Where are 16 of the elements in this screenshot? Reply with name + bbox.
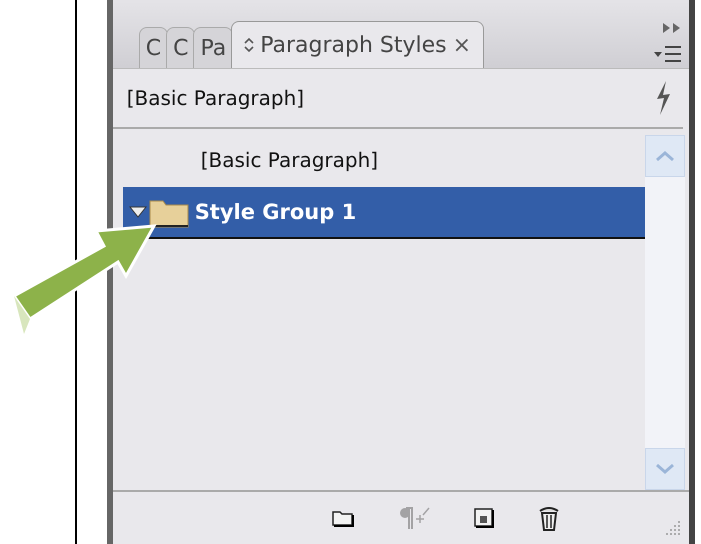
current-style-label: [Basic Paragraph] xyxy=(126,86,304,110)
up-down-icon xyxy=(244,37,254,53)
panel-tab[interactable]: C xyxy=(166,27,196,68)
disclosure-triangle-icon[interactable] xyxy=(128,205,147,219)
new-style-button[interactable] xyxy=(472,507,495,529)
close-tab-button[interactable]: × xyxy=(452,32,472,58)
chevron-down-icon xyxy=(655,463,675,475)
chevron-up-icon xyxy=(655,150,675,162)
panel-menu-icon[interactable] xyxy=(653,44,683,64)
style-list-item[interactable]: Style Group 1 xyxy=(122,187,645,239)
panel-tab[interactable]: Pa xyxy=(193,27,234,68)
panel-tab[interactable]: C xyxy=(138,27,168,68)
trash-button[interactable] xyxy=(536,504,561,532)
resize-grip-icon[interactable] xyxy=(663,520,681,536)
style-list-item[interactable]: [Basic Paragraph] xyxy=(122,135,645,187)
panel-tab[interactable]: Paragraph Styles × xyxy=(231,21,484,68)
